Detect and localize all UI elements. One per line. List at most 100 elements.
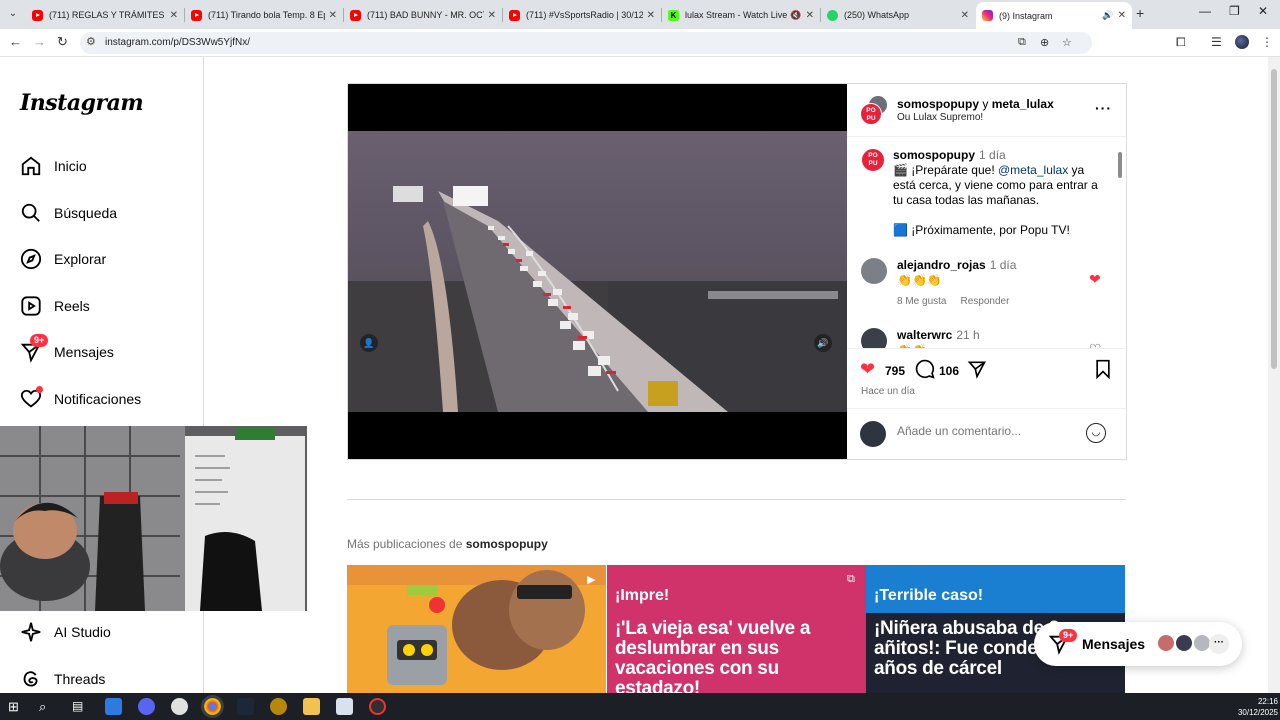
tab-youtube-4[interactable]: (711) #VsSportsRadio | 30/12/2 ✕	[503, 3, 661, 27]
audio-link[interactable]: Ou Lulax Supremo!	[897, 112, 983, 123]
nav-label: AI Studio	[54, 624, 111, 640]
app-icon[interactable]	[171, 698, 188, 715]
comment-likes[interactable]: 8 Me gusta	[897, 296, 946, 307]
url-text[interactable]: instagram.com/p/DS3Ww5YjfNx/	[105, 37, 250, 48]
steam-icon[interactable]	[237, 698, 254, 715]
nav-item-ai-studio[interactable]: AI Studio	[20, 620, 111, 644]
start-icon[interactable]: ⊞	[8, 698, 25, 715]
reload-button[interactable]: ↻	[57, 34, 68, 50]
emoji-icon[interactable]: ◡	[1086, 423, 1106, 443]
sound-toggle-icon[interactable]: 🔊	[814, 334, 832, 352]
nav-item-notifications[interactable]: Notificaciones	[20, 386, 142, 411]
more-posts-user-link[interactable]: somospopupy	[466, 537, 548, 551]
caption-user[interactable]: somospopupy	[893, 148, 975, 162]
bookmark-star-icon[interactable]: ☆	[1062, 36, 1072, 49]
author-avatar[interactable]: PO PU	[860, 103, 882, 125]
nav-item-search[interactable]: Búsqueda	[20, 201, 117, 225]
caption-text-2: 🟦 ¡Próximamente, por Popu TV!	[893, 223, 1070, 237]
notepad-icon[interactable]	[336, 698, 353, 715]
obs-icon[interactable]	[369, 698, 386, 715]
reply-button[interactable]: Responder	[960, 296, 1009, 307]
caption-avatar[interactable]: PO PU	[861, 148, 885, 172]
save-bookmark-icon[interactable]	[1094, 359, 1112, 384]
comment-icon[interactable]	[915, 359, 935, 384]
collaborator-link[interactable]: meta_lulax	[992, 97, 1054, 111]
close-icon[interactable]: ✕	[329, 10, 337, 21]
task-view-icon[interactable]: ▤	[72, 698, 89, 715]
tab-youtube-2[interactable]: (711) Tirando bola Temp. 8 Ep. ✕	[185, 3, 343, 27]
video-frame[interactable]	[348, 131, 847, 412]
omnibox[interactable]: ⚙ instagram.com/p/DS3Ww5YjfNx/ ⧉ ⊕ ☆	[80, 32, 1092, 54]
maximize-button[interactable]: ❐	[1229, 4, 1240, 18]
more-post-thumb[interactable]: ▶	[347, 565, 606, 693]
comment-avatar[interactable]	[861, 328, 887, 348]
messenger-icon: 9+	[20, 334, 49, 363]
post-timestamp[interactable]: Hace un día	[861, 386, 915, 397]
like-count[interactable]: 795	[885, 364, 905, 378]
comment-input[interactable]	[897, 424, 1077, 438]
install-app-icon[interactable]: ⧉	[1018, 36, 1026, 49]
profile-avatar[interactable]	[1235, 35, 1249, 49]
menu-kebab-icon[interactable]: ⋮	[1261, 35, 1273, 49]
comment-item: alejandro_rojas 1 día 👏👏👏 8 Me gusta Respo…	[897, 258, 1087, 309]
comments-scrollbar[interactable]	[1117, 144, 1123, 344]
nav-label: Reels	[54, 298, 90, 314]
minimize-button[interactable]: —	[1199, 4, 1211, 18]
page-scrollbar[interactable]	[1268, 57, 1280, 693]
close-icon[interactable]: ✕	[647, 10, 655, 21]
back-button[interactable]: ←	[9, 34, 22, 49]
close-icon[interactable]: ✕	[170, 10, 178, 21]
nav-item-messages[interactable]: 9+ Mensajes	[20, 334, 114, 364]
close-icon[interactable]: ✕	[488, 10, 496, 21]
share-icon[interactable]	[967, 359, 987, 384]
like-filled-icon[interactable]: ❤	[860, 359, 875, 380]
threads-icon	[20, 668, 42, 690]
video-player[interactable]: 👤 🔊	[348, 84, 847, 459]
search-icon[interactable]: ⌕	[39, 698, 56, 715]
tab-search-menu[interactable]: ⌄	[4, 6, 22, 22]
reels-icon	[20, 295, 42, 317]
window-close-button[interactable]: ✕	[1258, 4, 1268, 18]
author-link[interactable]: somospopupy	[897, 97, 979, 111]
webcam-overlay	[0, 426, 307, 611]
new-tab-button[interactable]: +	[1136, 5, 1144, 21]
chrome-icon[interactable]	[204, 698, 221, 715]
comment-avatar[interactable]	[861, 258, 887, 284]
nav-item-home[interactable]: Inicio	[20, 154, 87, 178]
post-actions: ❤ 795 106 Hace un día	[847, 348, 1126, 408]
close-icon[interactable]: ✕	[806, 10, 814, 21]
nav-item-threads[interactable]: Threads	[20, 667, 105, 691]
edge-icon[interactable]	[105, 698, 122, 715]
forward-button[interactable]: →	[33, 34, 46, 49]
site-info-icon[interactable]: ⚙	[86, 35, 96, 48]
nav-label: Notificaciones	[54, 391, 142, 407]
tab-kick[interactable]: K lulax Stream - Watch Live o 🔇 ✕	[662, 3, 820, 27]
tab-youtube-1[interactable]: (711) REGLAS Y TRÁMITES ABSU ✕	[26, 3, 184, 27]
tagged-user-icon[interactable]: 👤	[360, 334, 378, 352]
tab-instagram[interactable]: (9) Instagram 🔊 ✕	[976, 2, 1132, 29]
more-options-icon[interactable]: ···	[1095, 100, 1112, 116]
comment-user[interactable]: walterwrc	[897, 328, 952, 342]
extensions-icon[interactable]: ⧠	[1176, 35, 1186, 50]
close-icon[interactable]: ✕	[1118, 10, 1126, 21]
system-clock[interactable]: 22:16 30/12/2025	[1230, 696, 1278, 718]
discord-icon[interactable]	[138, 698, 155, 715]
audio-icon[interactable]: 🔊	[1102, 10, 1113, 21]
comment-like-icon[interactable]: ♡	[1089, 341, 1102, 348]
tab-youtube-3[interactable]: (711) BAD BUNNY - MR. OCTOB ✕	[344, 3, 502, 27]
media-control-icon[interactable]: ☰	[1211, 35, 1222, 49]
wow-icon[interactable]	[270, 698, 287, 715]
instagram-logo[interactable]: Instagram	[20, 90, 144, 116]
mute-icon[interactable]: 🔇	[790, 10, 801, 21]
zoom-icon[interactable]: ⊕	[1040, 36, 1049, 49]
more-post-thumb[interactable]: ¡Impre! ¡'La vieja esa' vuelve a deslumb…	[607, 565, 866, 693]
comment-like-filled-icon[interactable]: ❤	[1089, 271, 1101, 288]
messages-floating-button[interactable]: 9+ Mensajes ···	[1034, 622, 1242, 666]
nav-item-reels[interactable]: Reels	[20, 294, 90, 318]
close-icon[interactable]: ✕	[961, 10, 969, 21]
file-explorer-icon[interactable]	[303, 698, 320, 715]
comment-user[interactable]: alejandro_rojas	[897, 258, 986, 272]
nav-item-explore[interactable]: Explorar	[20, 247, 106, 271]
mention-link[interactable]: @meta_lulax	[998, 163, 1068, 177]
tab-whatsapp[interactable]: (250) WhatsApp ✕	[821, 3, 975, 27]
